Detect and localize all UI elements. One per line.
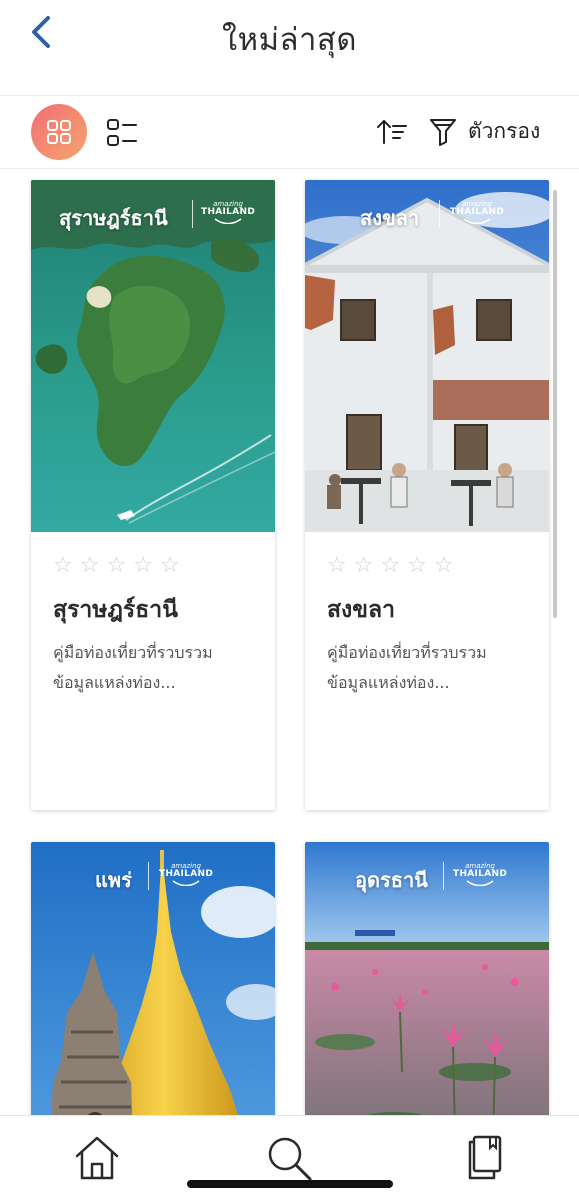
star-icon: ☆	[353, 553, 374, 578]
cover-divider	[192, 200, 193, 228]
page-title: ใหม่ล่าสุด	[222, 22, 357, 58]
header: ใหม่ล่าสุด	[0, 0, 579, 96]
star-icon: ☆	[106, 553, 127, 578]
card-body: ☆ ☆ ☆ ☆ ☆ สงขลา คู่มือท่องเที่ยวที่รวบรว…	[305, 532, 549, 810]
cover-title: แพร่	[95, 868, 132, 892]
star-icon: ☆	[79, 553, 100, 578]
filter-label: ตัวกรอง	[468, 118, 541, 143]
amazing-thailand-logo: amazing THAILAND	[159, 863, 213, 886]
book-icon	[468, 1135, 502, 1180]
sort-button[interactable]	[376, 118, 408, 146]
card-body: ☆ ☆ ☆ ☆ ☆ สุราษฎร์ธานี คู่มือท่องเที่ยวท…	[31, 532, 275, 810]
star-icon: ☆	[159, 553, 180, 578]
card-title: สงขลา	[327, 597, 396, 623]
cover-image: สงขลา amazing THAILAND	[305, 180, 549, 532]
star-icon: ☆	[380, 553, 401, 578]
nav-home[interactable]	[73, 1134, 121, 1182]
home-indicator[interactable]	[187, 1180, 393, 1188]
star-icon: ☆	[407, 553, 427, 578]
guide-card[interactable]: อุดรธานี amazing THAILAND	[305, 842, 549, 1115]
card-title: สุราษฎร์ธานี	[53, 597, 178, 623]
guide-grid: สุราษฎร์ธานี amazing THAILAND ☆ ☆ ☆ ☆ ☆ …	[0, 170, 579, 1115]
grid-view-button[interactable]	[31, 104, 87, 160]
star-rating[interactable]: ☆ ☆ ☆ ☆ ☆	[327, 554, 527, 578]
star-icon: ☆	[327, 553, 347, 578]
cover-image: สุราษฎร์ธานี amazing THAILAND	[31, 180, 275, 532]
star-rating[interactable]: ☆ ☆ ☆ ☆ ☆	[53, 554, 253, 578]
scrollbar[interactable]	[553, 190, 557, 618]
sort-icon	[377, 120, 407, 144]
card-description: คู่มือท่องเที่ยวที่รวบรวม ข้อมูลแหล่งท่อ…	[327, 643, 487, 692]
cover-divider	[148, 862, 149, 890]
filter-button[interactable]: ตัวกรอง	[428, 113, 540, 149]
cover-photo	[31, 842, 275, 1115]
star-icon: ☆	[53, 553, 73, 578]
guide-card[interactable]: สุราษฎร์ธานี amazing THAILAND ☆ ☆ ☆ ☆ ☆ …	[31, 180, 275, 810]
toolbar: ตัวกรอง	[0, 97, 579, 169]
amazing-thailand-logo: amazing THAILAND	[450, 201, 504, 224]
guide-card[interactable]: สงขลา amazing THAILAND ☆ ☆ ☆ ☆ ☆ สงขลา ค…	[305, 180, 549, 810]
filter-icon	[430, 119, 456, 146]
screen: ใหม่ล่าสุด ตัวกรอง สุราษฎร์ธานี amazing …	[0, 0, 579, 1200]
grid-icon	[47, 120, 71, 144]
amazing-thailand-logo: amazing THAILAND	[201, 201, 255, 224]
cover-title: อุดรธานี	[355, 868, 428, 892]
cover-image: อุดรธานี amazing THAILAND	[305, 842, 549, 1115]
guide-card[interactable]: แพร่ amazing THAILAND	[31, 842, 275, 1115]
cover-title: สุราษฎร์ธานี	[59, 206, 168, 230]
list-view-button[interactable]	[106, 117, 138, 149]
card-description: คู่มือท่องเที่ยวที่รวบรวม ข้อมูลแหล่งท่อ…	[53, 643, 213, 692]
cover-divider	[443, 862, 444, 890]
nav-search[interactable]	[265, 1134, 313, 1182]
amazing-thailand-logo: amazing THAILAND	[453, 863, 507, 886]
cover-photo	[305, 180, 549, 532]
star-icon: ☆	[133, 553, 153, 578]
cover-divider	[439, 200, 440, 228]
cover-title: สงขลา	[360, 206, 420, 230]
search-icon	[268, 1137, 312, 1181]
home-icon	[75, 1136, 119, 1180]
list-icon	[107, 119, 137, 146]
star-icon: ☆	[433, 553, 454, 578]
nav-library[interactable]	[460, 1134, 508, 1182]
cover-image: แพร่ amazing THAILAND	[31, 842, 275, 1115]
